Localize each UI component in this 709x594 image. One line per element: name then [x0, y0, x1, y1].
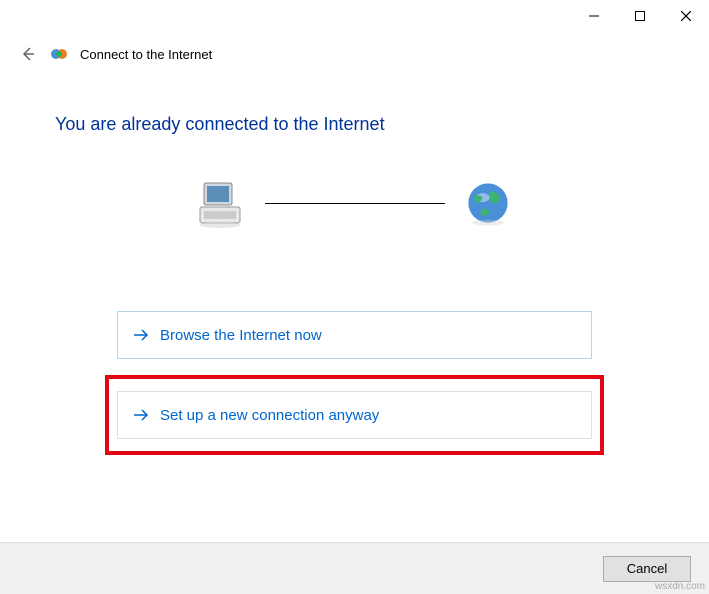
page-heading: You are already connected to the Interne… [0, 64, 709, 135]
option-label: Browse the Internet now [160, 327, 322, 344]
cancel-label: Cancel [627, 561, 667, 576]
connection-illustration [0, 175, 709, 231]
watermark: wsxdn.com [655, 581, 705, 592]
wizard-header: Connect to the Internet [0, 32, 709, 64]
back-arrow-icon[interactable] [18, 44, 38, 64]
wizard-title: Connect to the Internet [80, 47, 212, 62]
close-button[interactable] [663, 2, 709, 30]
arrow-right-icon [132, 326, 150, 344]
arrow-right-icon [132, 406, 150, 424]
wizard-footer: Cancel [0, 542, 709, 594]
option-label: Set up a new connection anyway [160, 407, 379, 424]
minimize-button[interactable] [571, 2, 617, 30]
highlighted-option: Set up a new connection anyway [105, 375, 604, 455]
setup-connection-button[interactable]: Set up a new connection anyway [117, 391, 592, 439]
connection-line [265, 203, 445, 204]
maximize-button[interactable] [617, 2, 663, 30]
network-wizard-icon [50, 45, 68, 63]
globe-icon [460, 175, 516, 231]
computer-icon [194, 175, 250, 231]
window-titlebar [0, 0, 709, 32]
cancel-button[interactable]: Cancel [603, 556, 691, 582]
options-list: Browse the Internet now Set up a new con… [0, 311, 709, 455]
browse-internet-button[interactable]: Browse the Internet now [117, 311, 592, 359]
